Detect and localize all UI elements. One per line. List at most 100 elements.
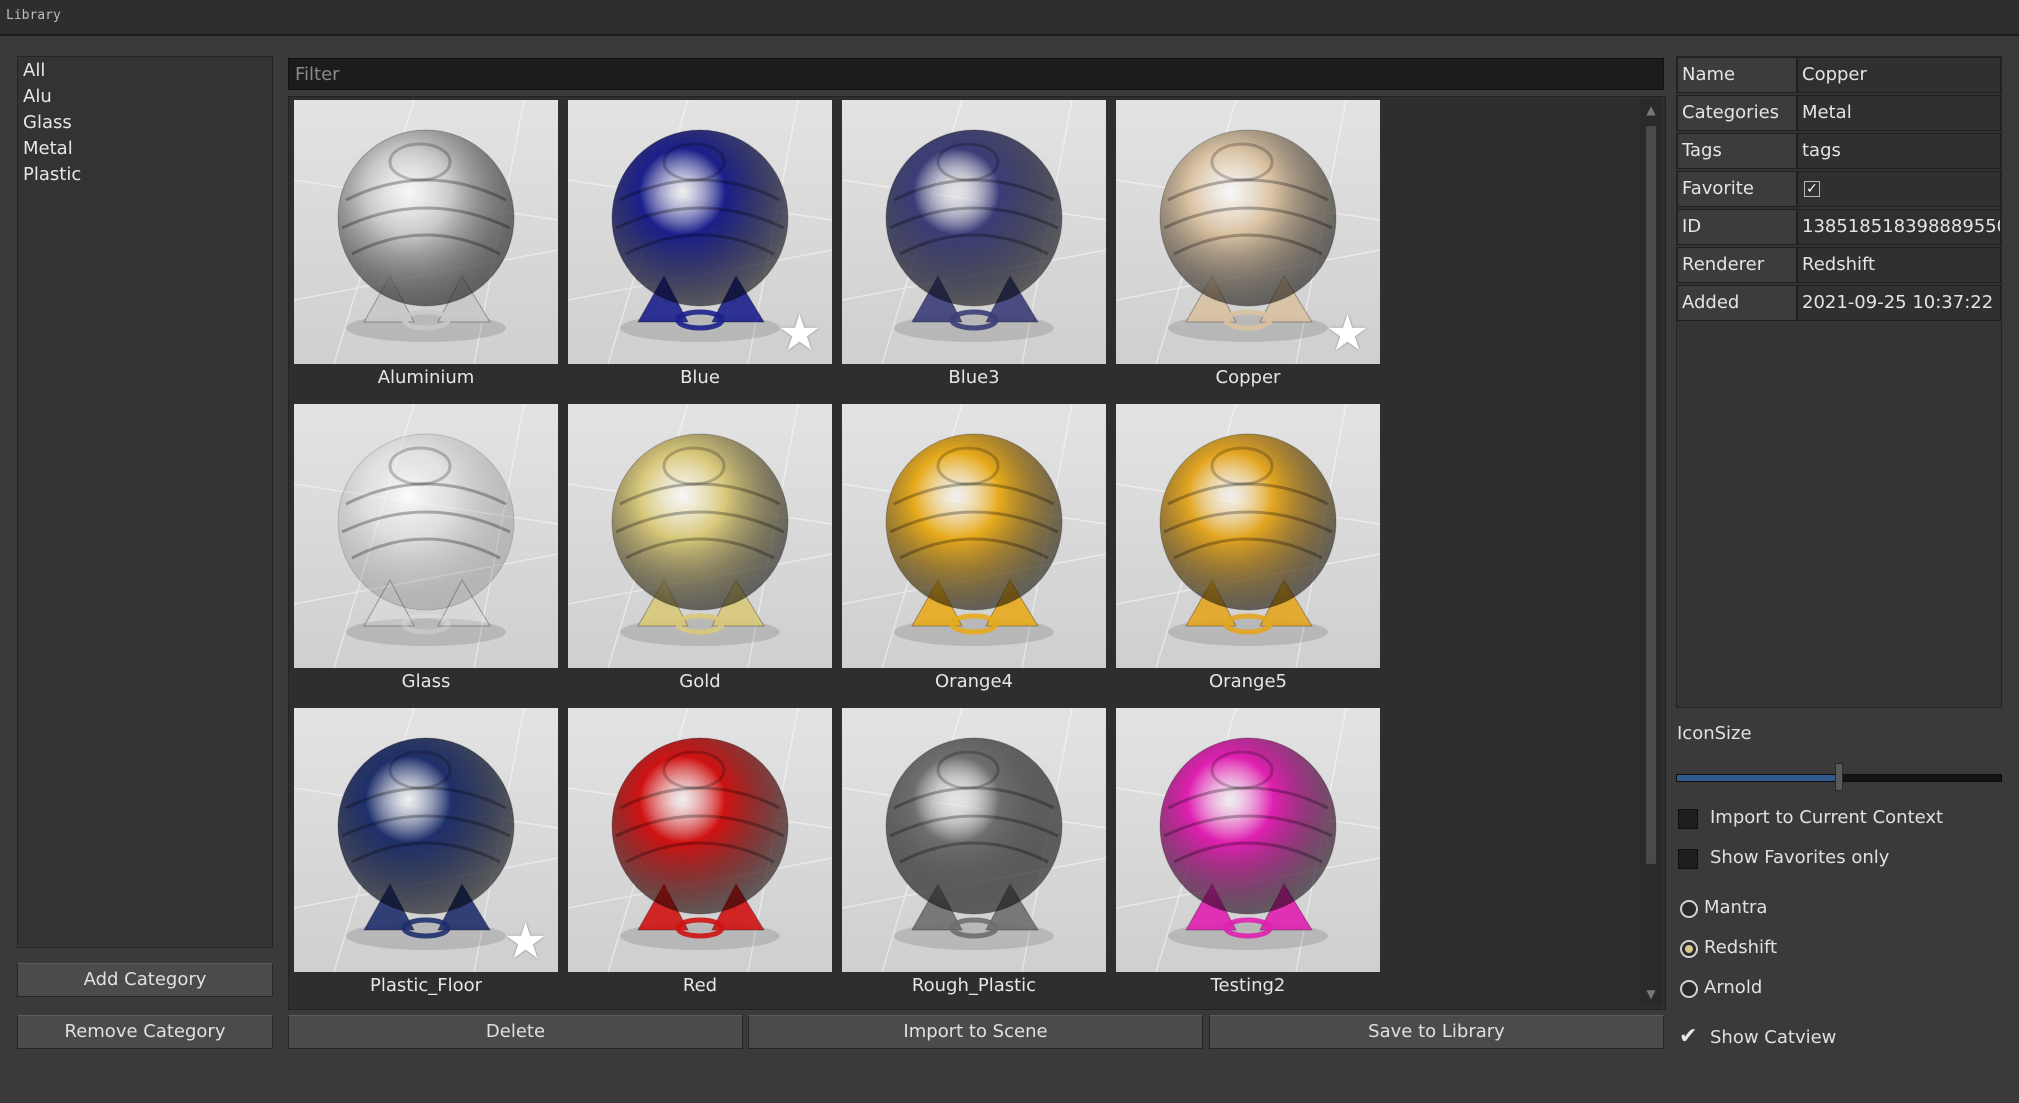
category-item-all[interactable]: All <box>23 60 45 81</box>
remove-category-button[interactable]: Remove Category <box>17 1015 273 1049</box>
show-favorites-checkbox[interactable] <box>1678 849 1698 869</box>
properties-panel: Name Copper Categories Metal Tags tags F… <box>1676 56 2002 708</box>
import-to-scene-button[interactable]: Import to Scene <box>748 1015 1203 1049</box>
property-key: Name <box>1677 57 1797 93</box>
filter-input[interactable] <box>288 58 1664 90</box>
favorite-checkbox[interactable]: ✓ <box>1804 181 1820 197</box>
material-sphere-preview <box>568 404 832 668</box>
material-thumbnail[interactable]: ★ <box>294 708 558 972</box>
material-tile[interactable]: Orange5 <box>1116 404 1380 700</box>
scroll-down-icon[interactable]: ▼ <box>1643 986 1659 1002</box>
material-thumbnail[interactable]: ★ <box>568 100 832 364</box>
material-thumbnail[interactable] <box>568 404 832 668</box>
property-value-name[interactable]: Copper <box>1797 57 2001 93</box>
material-tile[interactable]: Blue3 <box>842 100 1106 396</box>
material-thumbnail[interactable] <box>294 100 558 364</box>
material-name: Gold <box>679 671 721 692</box>
property-value-tags[interactable]: tags <box>1797 133 2001 169</box>
delete-button[interactable]: Delete <box>288 1015 743 1049</box>
material-name: Aluminium <box>377 367 475 388</box>
material-thumbnail[interactable] <box>842 404 1106 668</box>
favorite-star-icon: ★ <box>503 912 548 970</box>
material-tile[interactable]: Orange4 <box>842 404 1106 700</box>
radio-label-mantra: Mantra <box>1704 897 1768 918</box>
material-name: Red <box>682 975 718 996</box>
category-item-glass[interactable]: Glass <box>23 112 72 133</box>
property-row-tags: Tags tags <box>1677 133 2001 171</box>
material-name: Plastic_Floor <box>370 975 482 996</box>
property-key: Renderer <box>1677 247 1797 283</box>
show-catview-label: Show Catview <box>1710 1027 1837 1048</box>
material-sphere-preview <box>294 404 558 668</box>
property-value-favorite[interactable]: ✓ <box>1797 171 2001 207</box>
material-sphere-preview <box>568 708 832 972</box>
favorite-star-icon: ★ <box>1325 304 1370 362</box>
property-key: Tags <box>1677 133 1797 169</box>
material-sphere-preview <box>842 708 1106 972</box>
scrollbar-thumb[interactable] <box>1646 126 1656 864</box>
property-key: Added <box>1677 285 1797 321</box>
property-row-name: Name Copper <box>1677 57 2001 95</box>
import-current-context-label: Import to Current Context <box>1710 807 1944 828</box>
radio-mantra[interactable] <box>1680 900 1698 918</box>
material-tile[interactable]: ★ Blue <box>568 100 832 396</box>
material-thumbnail[interactable] <box>1116 404 1380 668</box>
material-tile[interactable]: Gold <box>568 404 832 700</box>
material-sphere-preview <box>294 100 558 364</box>
material-tile[interactable]: Glass <box>294 404 558 700</box>
property-key: Favorite <box>1677 171 1797 207</box>
radio-redshift[interactable] <box>1680 940 1698 958</box>
grid-scrollbar[interactable]: ▲ ▼ <box>1640 98 1662 1006</box>
material-thumbnail[interactable] <box>568 708 832 972</box>
slider-fill <box>1677 775 1839 781</box>
property-row-categories: Categories Metal <box>1677 95 2001 133</box>
material-name: Blue <box>680 367 720 388</box>
property-row-renderer: Renderer Redshift <box>1677 247 2001 285</box>
material-name: Copper <box>1215 367 1281 388</box>
radio-arnold[interactable] <box>1680 980 1698 998</box>
category-list[interactable]: All Alu Glass Metal Plastic <box>17 56 273 948</box>
scroll-up-icon[interactable]: ▲ <box>1643 102 1659 118</box>
material-name: Orange5 <box>1209 671 1287 692</box>
material-tile[interactable]: Aluminium <box>294 100 558 396</box>
window-title: Library <box>6 8 61 23</box>
category-item-metal[interactable]: Metal <box>23 138 73 159</box>
material-thumbnail[interactable]: ★ <box>1116 100 1380 364</box>
icon-size-slider[interactable] <box>1676 763 2002 791</box>
property-row-added: Added 2021-09-25 10:37:22 <box>1677 285 2001 323</box>
category-item-plastic[interactable]: Plastic <box>23 164 81 185</box>
radio-selected-dot <box>1685 945 1693 953</box>
material-sphere-preview <box>1116 708 1380 972</box>
category-item-alu[interactable]: Alu <box>23 86 52 107</box>
material-name: Blue3 <box>948 367 1000 388</box>
material-tile[interactable]: Testing2 <box>1116 708 1380 1004</box>
favorite-star-icon: ★ <box>777 304 822 362</box>
material-grid[interactable]: Aluminium ★ Blue Blue3 ★ Copper Glass Gold Orang… <box>288 96 1666 1010</box>
material-thumbnail[interactable] <box>1116 708 1380 972</box>
material-thumbnail[interactable] <box>842 100 1106 364</box>
property-value-renderer[interactable]: Redshift <box>1797 247 2001 283</box>
material-name: Orange4 <box>935 671 1013 692</box>
material-thumbnail[interactable] <box>294 404 558 668</box>
material-name: Rough_Plastic <box>911 975 1037 996</box>
add-category-button[interactable]: Add Category <box>17 963 273 997</box>
property-value-added[interactable]: 2021-09-25 10:37:22 <box>1797 285 2001 321</box>
property-value-id[interactable]: 138518518398889550 <box>1797 209 2001 245</box>
slider-handle[interactable] <box>1835 763 1843 791</box>
show-favorites-label: Show Favorites only <box>1710 847 1890 868</box>
material-name: Testing2 <box>1210 975 1286 996</box>
save-to-library-button[interactable]: Save to Library <box>1209 1015 1664 1049</box>
show-catview-check-icon[interactable]: ✔ <box>1679 1024 1697 1049</box>
property-row-id: ID 138518518398889550 <box>1677 209 2001 247</box>
import-current-context-checkbox[interactable] <box>1678 809 1698 829</box>
radio-label-arnold: Arnold <box>1704 977 1763 998</box>
material-tile[interactable]: Rough_Plastic <box>842 708 1106 1004</box>
material-tile[interactable]: ★ Plastic_Floor <box>294 708 558 1004</box>
property-value-categories[interactable]: Metal <box>1797 95 2001 131</box>
material-sphere-preview <box>842 100 1106 364</box>
material-tile[interactable]: Red <box>568 708 832 1004</box>
property-row-favorite: Favorite ✓ <box>1677 171 2001 209</box>
material-tile[interactable]: ★ Copper <box>1116 100 1380 396</box>
material-thumbnail[interactable] <box>842 708 1106 972</box>
property-key: Categories <box>1677 95 1797 131</box>
